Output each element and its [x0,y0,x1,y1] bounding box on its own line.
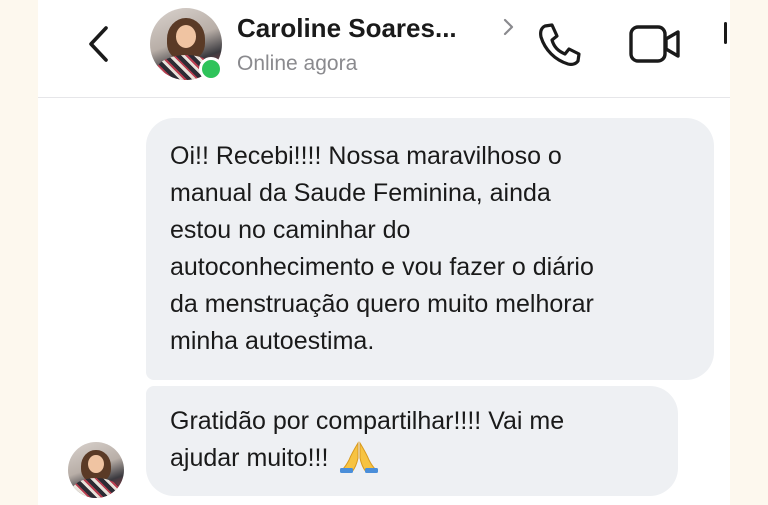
more-icon [724,22,727,44]
back-button[interactable] [82,22,118,66]
contact-info-button[interactable] [500,16,516,38]
message-text-line: autoconhecimento e vou fazer o diário [170,253,594,281]
message-bubble[interactable]: Oi!! Recebi!!!! Nossa maravilhoso o manu… [146,118,714,380]
message-text-line: Oi!! Recebi!!!! Nossa maravilhoso o [170,142,562,170]
online-status-indicator [199,57,223,81]
message-text-line: Gratidão por compartilhar!!!! Vai me [170,407,565,435]
message-text-line: estou no caminhar do [170,216,411,244]
message-bubble[interactable]: Gratidão por compartilhar!!!! Vai me aju… [146,386,678,496]
chat-screen: Caroline Soares... Online agora Oi!! Rec… [38,0,730,505]
voice-call-button[interactable] [534,20,584,68]
avatar [68,442,124,498]
back-chevron-icon [89,26,108,62]
contact-name[interactable]: Caroline Soares... [237,13,457,44]
chat-header: Caroline Soares... Online agora [38,0,730,98]
chevron-right-icon [503,18,514,36]
more-options-button[interactable] [724,22,730,46]
message-text-line: da menstruação quero muito melhorar [170,290,594,318]
message-text-line: ajudar muito!!! [170,444,329,472]
presence-status: Online agora [237,52,358,75]
praying-hands-emoji [340,441,379,473]
video-call-button[interactable] [628,22,682,66]
contact-avatar-button[interactable] [150,8,223,81]
video-camera-icon [629,25,680,63]
message-text-line: manual da Saude Feminina, ainda [170,179,551,207]
message-text-line: minha autoestima. [170,327,375,355]
sender-avatar[interactable] [68,442,124,498]
phone-icon [539,23,581,66]
